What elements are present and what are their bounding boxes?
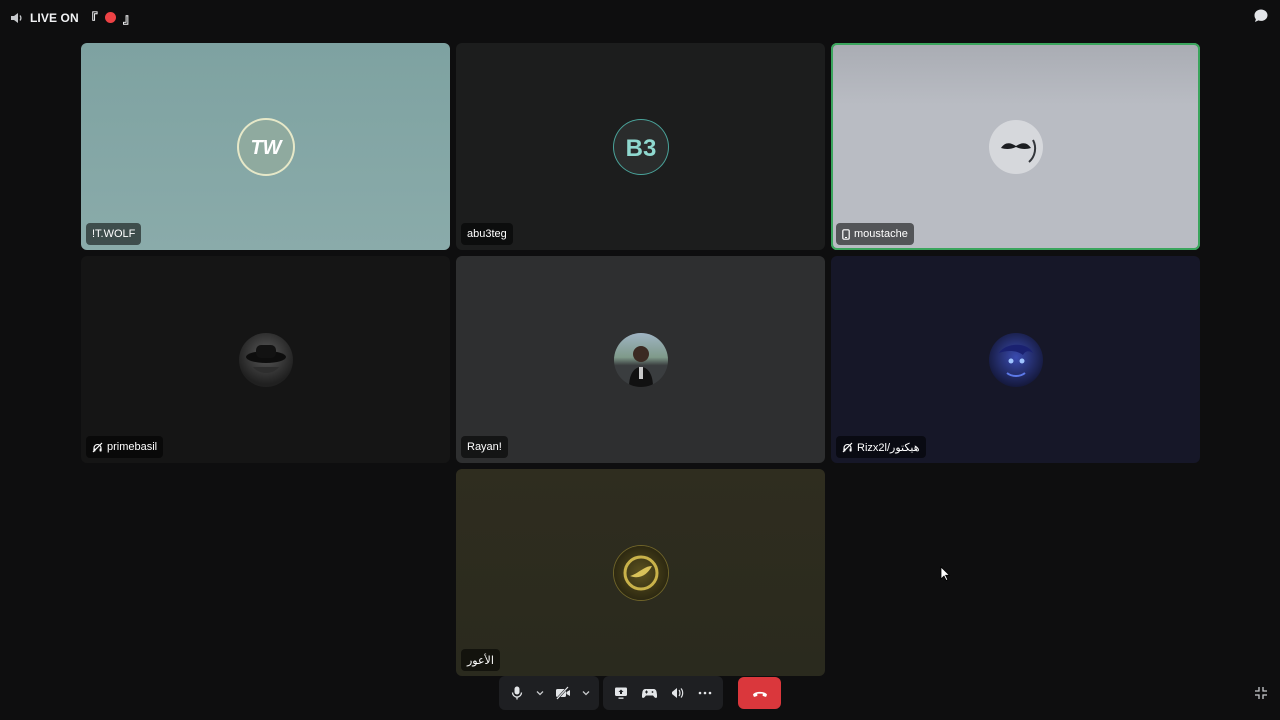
moustache-avatar — [988, 119, 1043, 174]
blue-character-avatar — [988, 332, 1043, 387]
screen-share-button[interactable] — [607, 676, 635, 710]
participant-name-text: !T.WOLF — [92, 228, 136, 240]
activity-controls — [603, 676, 723, 710]
photo-avatar — [613, 332, 668, 387]
b3-logo-avatar: B3 — [613, 119, 668, 174]
participant-name: الأعور — [461, 649, 500, 671]
disconnect-button[interactable] — [738, 677, 781, 709]
hang-up-icon — [752, 691, 767, 697]
camera-off-icon — [556, 686, 570, 700]
participant-name-text: abu3teg — [467, 228, 507, 240]
participant-name-text: Rayan! — [467, 441, 502, 453]
participant-tile-moustache[interactable]: moustache — [831, 43, 1200, 250]
participant-name: abu3teg — [461, 223, 513, 245]
screen-share-icon — [615, 687, 627, 699]
deafened-icon — [92, 442, 103, 452]
call-controls — [499, 676, 723, 710]
channel-status[interactable]: LIVE ON 『 』 — [10, 8, 136, 27]
bracket-open: 『 — [84, 11, 98, 26]
mobile-icon — [842, 228, 850, 240]
participant-name-text: الأعور — [467, 654, 494, 667]
speaker-icon — [11, 12, 22, 23]
mouse-cursor-icon — [940, 566, 950, 582]
audio-options-button[interactable] — [531, 676, 549, 710]
participant-name-text: Rizx2l/هيكتور — [857, 441, 920, 454]
microphone-icon — [511, 686, 523, 700]
participant-name-text: moustache — [854, 228, 908, 240]
participant-tile-rizx2l[interactable]: Rizx2l/هيكتور — [831, 256, 1200, 463]
bracket-close: 』 — [122, 11, 136, 26]
gold-emblem-avatar — [613, 545, 668, 600]
participant-tile-primebasil[interactable]: primebasil — [81, 256, 450, 463]
top-bar: LIVE ON 『 』 — [0, 0, 1280, 32]
hat-avatar — [238, 332, 293, 387]
participant-tile-twolf[interactable]: TW !T.WOLF — [81, 43, 450, 250]
tw-logo-avatar: TW — [238, 119, 293, 174]
soundboard-icon — [672, 688, 684, 698]
participant-name: primebasil — [86, 436, 164, 458]
participant-name: Rayan! — [461, 436, 508, 458]
participant-name-text: primebasil — [107, 441, 158, 453]
activity-icon — [641, 689, 657, 698]
microphone-button[interactable] — [503, 676, 531, 710]
participant-tile-abu3teg[interactable]: B3 abu3teg — [456, 43, 825, 250]
svg-text:TW: TW — [250, 137, 283, 159]
channel-name: LIVE ON — [30, 10, 79, 25]
participant-name: !T.WOLF — [86, 223, 142, 245]
chevron-down-icon — [536, 691, 544, 696]
deafened-icon — [842, 442, 853, 452]
camera-button[interactable] — [549, 676, 577, 710]
participant-tile-rayan[interactable]: Rayan! — [456, 256, 825, 463]
participant-name: Rizx2l/هيكتور — [836, 436, 926, 458]
video-options-button[interactable] — [577, 676, 595, 710]
soundboard-button[interactable] — [663, 676, 691, 710]
participant-tile-alawar[interactable]: الأعور — [456, 469, 825, 676]
chat-icon[interactable] — [1253, 8, 1269, 24]
audio-video-controls — [499, 676, 599, 710]
more-icon — [698, 691, 712, 695]
chevron-down-icon — [582, 691, 590, 696]
participant-name: moustache — [836, 223, 914, 245]
collapse-fullscreen-icon[interactable] — [1254, 686, 1268, 700]
activity-button[interactable] — [635, 676, 663, 710]
live-dot-icon — [104, 12, 116, 23]
svg-text:B3: B3 — [625, 135, 656, 162]
more-button[interactable] — [691, 676, 719, 710]
